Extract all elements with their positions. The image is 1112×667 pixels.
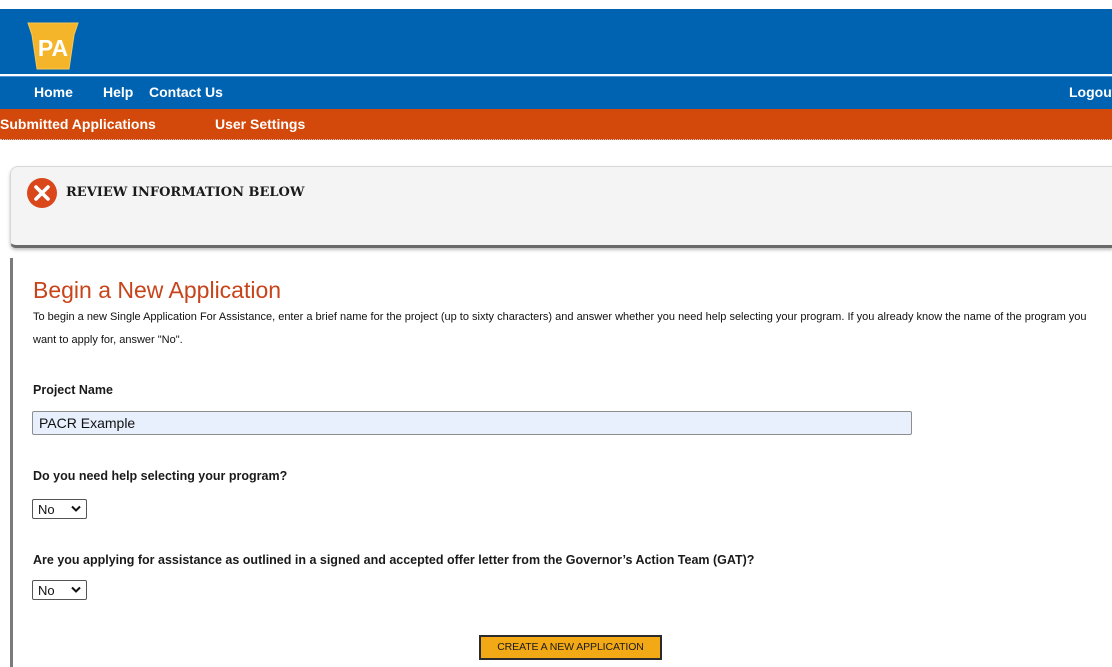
page-title: Begin a New Application [33, 277, 282, 303]
project-name-label: Project Name [33, 383, 113, 397]
create-application-button[interactable]: CREATE A NEW APPLICATION [479, 635, 662, 660]
gat-question-label: Are you applying for assistance as outli… [33, 553, 755, 567]
help-select-value: No [38, 502, 55, 517]
content-left-border [10, 258, 13, 667]
review-alert: REVIEW INFORMATION BELOW [10, 166, 1112, 248]
project-name-input[interactable] [32, 411, 912, 435]
sub-nav: Submitted Applications User Settings [0, 109, 1112, 140]
gat-select-value: No [38, 583, 55, 598]
chevron-down-icon [71, 586, 81, 593]
nav-contact-us-link[interactable]: Contact Us [149, 84, 223, 100]
pa-keystone-logo[interactable]: PA [24, 21, 82, 73]
nav-home-link[interactable]: Home [34, 84, 73, 100]
logo-text: PA [37, 35, 69, 61]
subnav-submitted-applications-link[interactable]: Submitted Applications [0, 116, 156, 132]
alert-message: REVIEW INFORMATION BELOW [66, 185, 305, 200]
main-nav: Home Help Contact Us Logout [0, 76, 1112, 109]
chevron-down-icon [71, 505, 81, 512]
nav-logout-link[interactable]: Logout [1069, 84, 1112, 100]
intro-text: To begin a new Single Application For As… [33, 311, 1087, 346]
help-select[interactable]: No [32, 499, 87, 519]
help-question-label: Do you need help selecting your program? [33, 469, 288, 483]
close-circle-icon [26, 177, 58, 209]
subnav-user-settings-link[interactable]: User Settings [215, 116, 305, 132]
nav-help-link[interactable]: Help [103, 84, 133, 100]
top-banner: PA [0, 9, 1112, 74]
gat-select[interactable]: No [32, 580, 87, 600]
